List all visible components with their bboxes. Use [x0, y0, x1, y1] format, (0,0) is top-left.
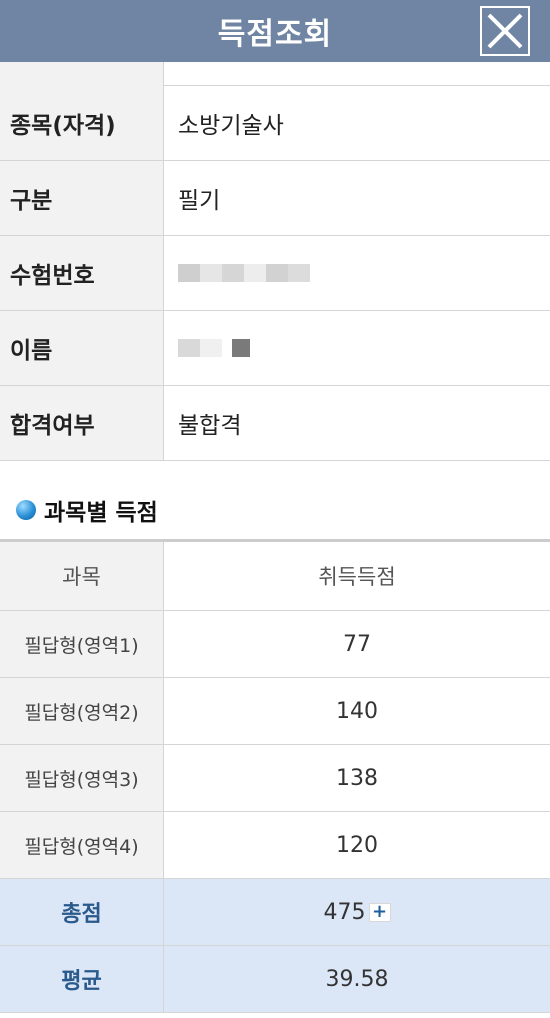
info-value: 불합격 [178, 413, 242, 439]
bullet-icon [16, 500, 36, 520]
score-table: 과목 취득득점 필답형(영역1) 77 필답형(영역2) 140 필답형(영역3… [0, 539, 550, 1013]
page-title: 득점조회 [217, 17, 333, 52]
info-strip-value-cell [164, 62, 550, 85]
table-row: 필답형(영역3) 138 [0, 745, 550, 812]
info-label: 종목(자격) [0, 86, 164, 160]
subject-cell: 필답형(영역4) [0, 812, 164, 878]
score-cell: 120 [164, 812, 550, 878]
subject-cell: 필답형(영역3) [0, 745, 164, 811]
info-value-redacted [164, 236, 550, 310]
score-table-header: 과목 취득득점 [0, 542, 550, 611]
info-row-pass-status: 합격여부 불합격 [0, 386, 550, 461]
section-heading-text: 과목별 득점 [44, 500, 158, 526]
info-label: 이름 [0, 311, 164, 385]
redacted-exam-number [178, 236, 310, 310]
info-label: 수험번호 [0, 236, 164, 310]
redacted-name [178, 311, 250, 385]
close-x-icon [487, 13, 523, 49]
header-bar: 득점조회 [0, 0, 550, 62]
table-row: 필답형(영역4) 120 [0, 812, 550, 879]
score-cell: 77 [164, 611, 550, 677]
total-value: 475 [323, 899, 366, 925]
score-cell: 138 [164, 745, 550, 811]
expand-plus-button[interactable]: + [368, 902, 391, 922]
average-value: 39.58 [164, 946, 550, 1012]
info-table: 종목(자격) 소방기술사 구분 필기 수험번호 이름 합격여부 불합격 [0, 62, 550, 461]
info-row-name: 이름 [0, 311, 550, 386]
info-row-exam-number: 수험번호 [0, 236, 550, 311]
total-label: 총점 [0, 879, 164, 945]
subject-cell: 필답형(영역2) [0, 678, 164, 744]
info-row-qualification: 종목(자격) 소방기술사 [0, 86, 550, 161]
total-row: 총점 475 + [0, 879, 550, 946]
total-cell: 475 + [164, 879, 550, 945]
score-cell: 140 [164, 678, 550, 744]
column-header-score: 취득득점 [318, 565, 396, 589]
table-row: 필답형(영역2) 140 [0, 678, 550, 745]
table-row: 필답형(영역1) 77 [0, 611, 550, 678]
subject-cell: 필답형(영역1) [0, 611, 164, 677]
section-heading: 과목별 득점 [0, 488, 550, 532]
info-row-type: 구분 필기 [0, 161, 550, 236]
info-label: 구분 [0, 161, 164, 235]
info-value-redacted [164, 311, 550, 385]
close-button[interactable] [480, 6, 530, 56]
info-strip-label-cell [0, 62, 164, 86]
info-label: 합격여부 [0, 386, 164, 460]
info-value: 소방기술사 [178, 113, 284, 139]
info-value: 필기 [178, 188, 221, 214]
column-header-subject: 과목 [0, 542, 164, 610]
average-label: 평균 [0, 946, 164, 1012]
average-row: 평균 39.58 [0, 946, 550, 1013]
info-top-strip [0, 62, 550, 86]
